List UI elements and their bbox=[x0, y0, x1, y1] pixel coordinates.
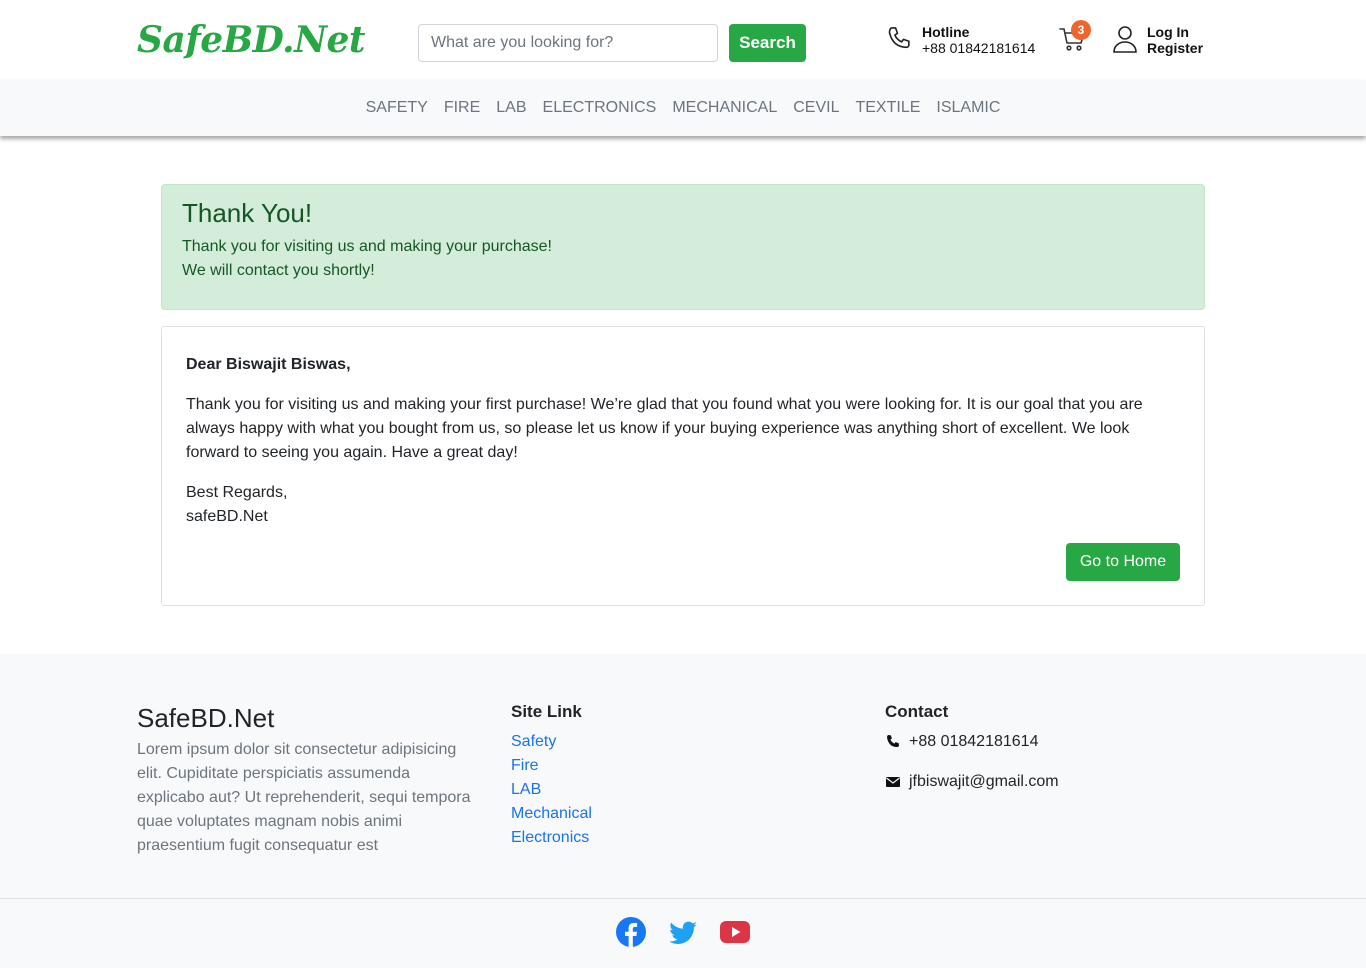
site-logo[interactable]: SafeBD.Net bbox=[137, 18, 366, 62]
category-nav: SAFETY FIRE LAB ELECTRONICS MECHANICAL C… bbox=[0, 80, 1366, 136]
hotline-number: +88 01842181614 bbox=[922, 40, 1036, 56]
alert-title: Thank You! bbox=[182, 198, 313, 228]
category-textile[interactable]: TEXTILE bbox=[847, 80, 928, 136]
envelope-icon bbox=[886, 777, 900, 787]
category-cevil[interactable]: CEVIL bbox=[785, 80, 847, 136]
auth-links: Log In Register bbox=[1147, 24, 1203, 56]
footer-link-electronics[interactable]: Electronics bbox=[511, 829, 589, 846]
footer-brand: SafeBD.Net bbox=[137, 703, 275, 733]
category-lab[interactable]: LAB bbox=[488, 80, 534, 136]
category-safety[interactable]: SAFETY bbox=[358, 80, 436, 136]
alert-line-2: We will contact you shortly! bbox=[182, 262, 375, 279]
footer-description: Lorem ipsum dolor sit consectetur adipis… bbox=[137, 741, 471, 854]
category-islamic[interactable]: ISLAMIC bbox=[928, 80, 1008, 136]
hotline: Hotline +88 01842181614 bbox=[922, 24, 1035, 56]
letter-greeting: Dear Biswajit Biswas, bbox=[186, 356, 351, 373]
thank-you-alert: Thank You! Thank you for visiting us and… bbox=[161, 184, 1205, 310]
list-item: LAB bbox=[511, 778, 592, 802]
login-link[interactable]: Log In bbox=[1147, 24, 1203, 40]
site-footer: SafeBD.Net Lorem ipsum dolor sit consect… bbox=[0, 654, 1366, 968]
category-electronics[interactable]: ELECTRONICS bbox=[535, 80, 665, 136]
user-icon[interactable] bbox=[1112, 24, 1138, 54]
letter-body: Thank you for visiting us and making you… bbox=[186, 396, 1143, 461]
contact-heading: Contact bbox=[885, 702, 949, 721]
facebook-icon[interactable] bbox=[615, 916, 647, 948]
category-fire[interactable]: FIRE bbox=[436, 80, 488, 136]
hotline-label: Hotline bbox=[922, 24, 970, 40]
list-item: Electronics bbox=[511, 826, 592, 850]
phone-icon bbox=[887, 735, 899, 747]
cart-count-badge: 3 bbox=[1071, 20, 1091, 40]
category-mechanical[interactable]: MECHANICAL bbox=[664, 80, 785, 136]
letter-signature: safeBD.Net bbox=[186, 508, 268, 525]
youtube-icon[interactable] bbox=[719, 916, 751, 948]
twitter-icon[interactable] bbox=[667, 916, 699, 948]
thank-you-letter-card: Dear Biswajit Biswas, Thank you for visi… bbox=[161, 326, 1205, 606]
register-link[interactable]: Register bbox=[1147, 40, 1203, 56]
footer-phone-number: +88 01842181614 bbox=[909, 733, 1039, 750]
footer-link-safety[interactable]: Safety bbox=[511, 733, 556, 750]
go-to-home-button[interactable]: Go to Home bbox=[1066, 543, 1180, 581]
footer-link-fire[interactable]: Fire bbox=[511, 757, 539, 774]
site-link-list: Safety Fire LAB Mechanical Electronics bbox=[511, 730, 592, 850]
site-header: SafeBD.Net Search Hotline +88 0184218161… bbox=[0, 0, 1366, 80]
footer-email-address[interactable]: jfbiswajit@gmail.com bbox=[909, 770, 1059, 794]
list-item: Safety bbox=[511, 730, 592, 754]
list-item: Mechanical bbox=[511, 802, 592, 826]
search-input[interactable] bbox=[418, 24, 718, 62]
search-button[interactable]: Search bbox=[729, 24, 806, 62]
letter-regards: Best Regards, bbox=[186, 484, 288, 501]
alert-line-1: Thank you for visiting us and making you… bbox=[182, 238, 552, 255]
list-item: Fire bbox=[511, 754, 592, 778]
footer-email: jfbiswajit@gmail.com bbox=[885, 770, 1059, 794]
phone-icon bbox=[888, 27, 910, 49]
site-link-heading: Site Link bbox=[511, 702, 582, 721]
footer-phone: +88 01842181614 bbox=[885, 730, 1038, 754]
footer-divider bbox=[0, 898, 1366, 899]
footer-link-lab[interactable]: LAB bbox=[511, 781, 541, 798]
footer-link-mechanical[interactable]: Mechanical bbox=[511, 805, 592, 822]
